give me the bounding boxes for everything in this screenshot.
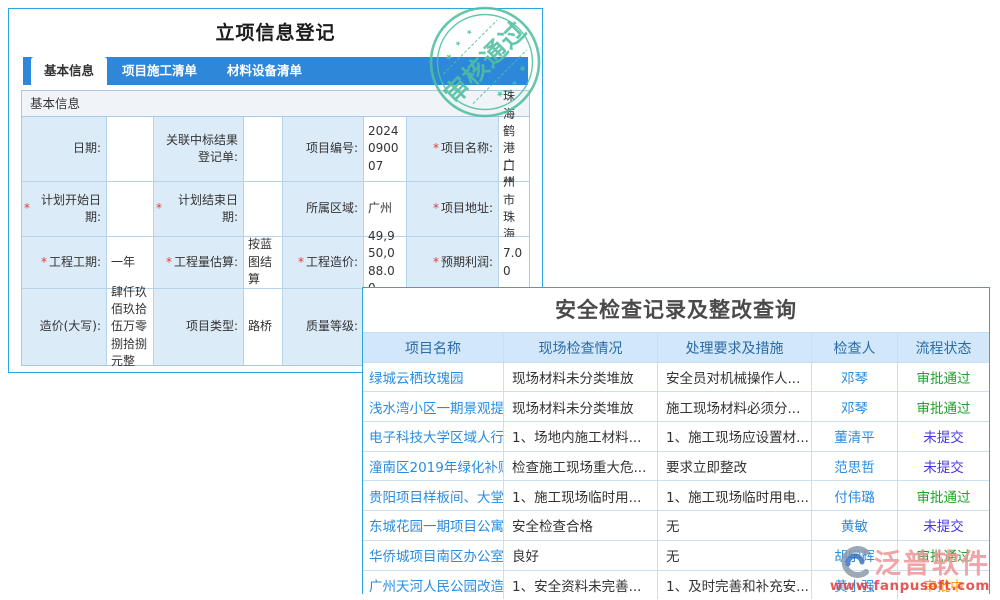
inspection-cell: 1、安全资料未完善... — [504, 571, 657, 600]
vendor-url: www.fanpusoft.com — [830, 578, 990, 594]
inspector-link[interactable]: 付伟璐 — [812, 481, 897, 510]
required-mark: * — [41, 254, 47, 271]
project-cost-label: * 工程造价: — [283, 237, 363, 288]
inspection-cell: 1、场地内施工材料... — [504, 422, 657, 451]
window1-title: 立项信息登记 — [9, 9, 542, 57]
required-mark: * — [433, 140, 439, 157]
col-header-inspection: 现场检查情况 — [504, 333, 657, 362]
tab-bar: 基本信息 项目施工清单 材料设备清单 — [23, 57, 528, 85]
project-address-label: * 项目地址: — [407, 182, 498, 236]
measures-cell: 1、施工现场应设置材... — [658, 422, 811, 451]
required-mark: * — [166, 254, 172, 271]
inspection-cell: 现场材料未分类堆放 — [504, 392, 657, 421]
measures-cell: 施工现场材料必须分... — [658, 392, 811, 421]
col-header-measures: 处理要求及措施 — [658, 333, 811, 362]
project-duration-label: * 工程工期: — [22, 237, 106, 288]
status-badge: 审批通过 — [898, 363, 989, 392]
inspector-link[interactable]: 董清平 — [812, 422, 897, 451]
project-link[interactable]: 广州天河人民公园改造工 — [363, 571, 503, 600]
project-type-value[interactable]: 路桥 — [244, 289, 282, 365]
project-address-value[interactable]: 广州市珠海市 — [499, 182, 529, 236]
plan-start-date-label: * 计划开始日期: — [22, 182, 106, 236]
project-link[interactable]: 华侨城项目南区办公室内 — [363, 541, 503, 570]
project-link[interactable]: 东城花园一期项目公寓大 — [363, 511, 503, 540]
tab-material-equipment-list[interactable]: 材料设备清单 — [212, 57, 317, 85]
project-number-value[interactable]: 2024090007 — [364, 117, 406, 181]
inspection-cell: 安全检查合格 — [504, 511, 657, 540]
inspector-link[interactable]: 黄敏 — [812, 511, 897, 540]
cost-in-words-value[interactable]: 肆仟玖佰玖拾伍万零捌拾捌元整 — [107, 289, 153, 365]
quality-grade-label: 质量等级: — [283, 289, 363, 365]
inspector-link[interactable]: 邓琴 — [812, 363, 897, 392]
required-mark: * — [433, 200, 439, 217]
inspector-link[interactable]: 范思哲 — [812, 452, 897, 481]
project-link[interactable]: 绿城云栖玫瑰园 — [363, 363, 503, 392]
date-label: 日期: — [22, 117, 106, 181]
project-name-label: * 项目名称: — [407, 117, 498, 181]
measures-cell: 无 — [658, 511, 811, 540]
project-cost-value[interactable]: 49,950,088.00 — [364, 237, 406, 288]
measures-cell: 安全员对机械操作人... — [658, 363, 811, 392]
status-badge: 未提交 — [898, 511, 989, 540]
tab-basic-info[interactable]: 基本信息 — [31, 57, 107, 85]
inspection-cell: 1、施工现场临时用... — [504, 481, 657, 510]
plan-end-date-input[interactable] — [244, 182, 282, 236]
project-link[interactable]: 电子科技大学区域人行道 — [363, 422, 503, 451]
window2-title: 安全检查记录及整改查询 — [363, 288, 989, 332]
required-mark: * — [156, 200, 162, 217]
measures-cell: 1、及时完善和补充安... — [658, 571, 811, 600]
section-title: 基本信息 — [22, 91, 529, 117]
desktop: 立项信息登记 基本信息 项目施工清单 材料设备清单 基本信息 日期: 关联中标结… — [0, 0, 1000, 600]
expected-profit-value[interactable]: 7.00 — [499, 237, 529, 288]
status-badge: 未提交 — [898, 422, 989, 451]
measures-cell: 无 — [658, 541, 811, 570]
linked-bid-result-label: 关联中标结果登记单: — [154, 117, 243, 181]
status-badge: 审批通过 — [898, 392, 989, 421]
status-badge: 审批通过 — [898, 481, 989, 510]
project-link[interactable]: 浅水湾小区一期景观提升 — [363, 392, 503, 421]
project-type-label: 项目类型: — [154, 289, 243, 365]
quantity-estimate-label: * 工程量估算: — [154, 237, 243, 288]
cost-in-words-label: 造价(大写): — [22, 289, 106, 365]
quantity-estimate-value[interactable]: 按蓝图结算 — [244, 237, 282, 288]
inspection-cell: 现场材料未分类堆放 — [504, 363, 657, 392]
required-mark: * — [433, 254, 439, 271]
date-input[interactable] — [107, 117, 153, 181]
plan-end-date-label: * 计划结束日期: — [154, 182, 243, 236]
project-number-label: 项目编号: — [283, 117, 363, 181]
vendor-brand-name: 泛普软件 — [874, 542, 990, 581]
region-label: 所属区域: — [283, 182, 363, 236]
project-duration-value[interactable]: 一年 — [107, 237, 153, 288]
project-link[interactable]: 贵阳项目样板间、大堂、 — [363, 481, 503, 510]
col-header-status: 流程状态 — [898, 333, 989, 362]
linked-bid-result-input[interactable] — [244, 117, 282, 181]
expected-profit-label: * 预期利润: — [407, 237, 498, 288]
project-link[interactable]: 潼南区2019年绿化补贴项 — [363, 452, 503, 481]
col-header-inspector: 检查人 — [812, 333, 897, 362]
inspection-cell: 良好 — [504, 541, 657, 570]
measures-cell: 1、施工现场临时用电... — [658, 481, 811, 510]
inspection-cell: 检查施工现场重大危... — [504, 452, 657, 481]
status-badge: 未提交 — [898, 452, 989, 481]
fanpu-logo-icon — [836, 546, 872, 578]
measures-cell: 要求立即整改 — [658, 452, 811, 481]
required-mark: * — [298, 254, 304, 271]
required-mark: * — [24, 200, 30, 217]
tab-construction-list[interactable]: 项目施工清单 — [107, 57, 212, 85]
col-header-project: 项目名称 — [363, 333, 503, 362]
inspector-link[interactable]: 邓琴 — [812, 392, 897, 421]
vendor-watermark: 泛普软件 www.fanpusoft.com — [830, 542, 990, 594]
plan-start-date-input[interactable] — [107, 182, 153, 236]
